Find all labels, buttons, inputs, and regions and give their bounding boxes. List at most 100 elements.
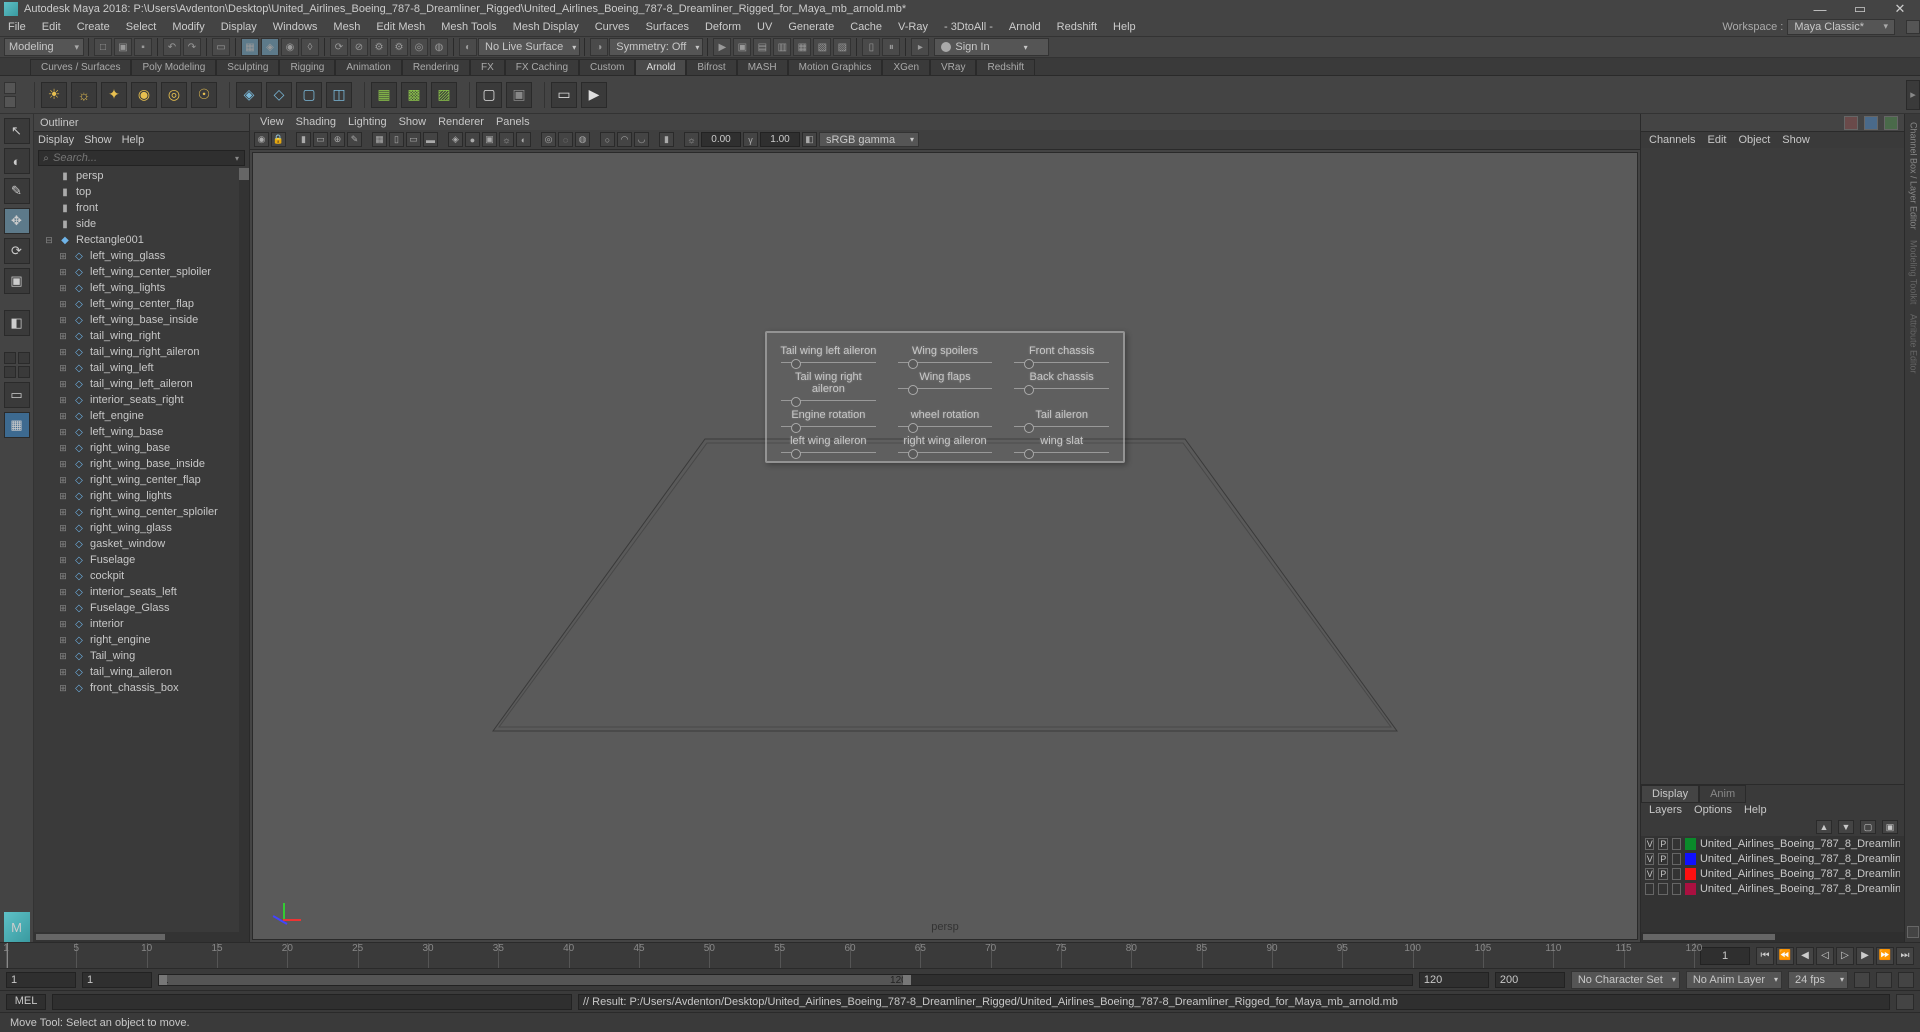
channel-box-strip-label[interactable]: Channel Box / Layer Editor [1907, 118, 1919, 234]
vp-film-gate-icon[interactable]: ▯ [389, 132, 404, 147]
outliner-item-left-wing-center-sploiler[interactable]: ⊞left_wing_center_sploiler [34, 264, 239, 280]
vp-motion-blur-icon[interactable]: ◠ [617, 132, 632, 147]
vp-gate-mask-icon[interactable]: ▬ [423, 132, 438, 147]
vp-image-plane-icon[interactable]: ▭ [313, 132, 328, 147]
shelf-options-icon[interactable] [4, 82, 16, 108]
outliner-item-left-wing-glass[interactable]: ⊞left_wing_glass [34, 248, 239, 264]
layer-row-2[interactable]: VPUnited_Airlines_Boeing_787_8_Dreamline… [1641, 866, 1904, 881]
layer-row-1[interactable]: VPUnited_Airlines_Boeing_787_8_Dreamline… [1641, 851, 1904, 866]
vp-menu-show[interactable]: Show [399, 116, 427, 128]
outliner-item-right-wing-base[interactable]: ⊞right_wing_base [34, 440, 239, 456]
outliner-item-side[interactable]: side [34, 216, 239, 232]
panel-layout-icon[interactable]: ▯ [862, 38, 880, 56]
snap-grid-icon[interactable]: ▦ [241, 38, 259, 56]
new-scene-icon[interactable]: □ [94, 38, 112, 56]
layer-row-0[interactable]: VPUnited_Airlines_Boeing_787_8_Dreamline… [1641, 836, 1904, 851]
hud-tail-wing-left-aileron[interactable]: Tail wing left aileron [777, 345, 880, 367]
outliner-item-fuselage[interactable]: ⊞Fuselage [34, 552, 239, 568]
hud-left-wing-aileron[interactable]: left wing aileron [777, 435, 880, 457]
shelf-tab-rigging[interactable]: Rigging [279, 59, 335, 75]
vp-grid-icon[interactable]: ▦ [372, 132, 387, 147]
standin-icon[interactable]: ▢ [296, 82, 322, 108]
time-ruler[interactable]: 1510152025303540455055606570758085909510… [6, 943, 1694, 968]
shelf-tab-xgen[interactable]: XGen [882, 59, 930, 75]
live-surface-dropdown[interactable]: No Live Surface [478, 38, 580, 56]
layer-new-selected-icon[interactable]: ▣ [1882, 820, 1898, 834]
render-setup-icon[interactable]: ▧ [813, 38, 831, 56]
tool-settings-tab-icon[interactable] [1884, 116, 1898, 130]
menu-file[interactable]: File [0, 19, 34, 35]
script-language-toggle[interactable]: MEL [6, 994, 46, 1010]
snap-point-icon[interactable]: ◉ [281, 38, 299, 56]
curve-collector3-icon[interactable]: ▨ [431, 82, 457, 108]
channel-menu-show[interactable]: Show [1782, 134, 1810, 146]
outliner-item-front[interactable]: front [34, 200, 239, 216]
vp-shadows-icon[interactable]: ◐ [516, 132, 531, 147]
render-settings-icon[interactable]: ▤ [753, 38, 771, 56]
save-scene-icon[interactable]: ▪ [134, 38, 152, 56]
redo-icon[interactable]: ↷ [183, 38, 201, 56]
step-fwd-key-icon[interactable]: ⏩ [1876, 947, 1894, 965]
outliner-search-input[interactable] [53, 152, 230, 164]
vp-resolution-gate-icon[interactable]: ▭ [406, 132, 421, 147]
outliner-item-fuselage-glass[interactable]: ⊞Fuselage_Glass [34, 600, 239, 616]
hud-front-chassis[interactable]: Front chassis [1010, 345, 1113, 367]
history-icon[interactable]: ⟳ [330, 38, 348, 56]
shelf-tab-arnold[interactable]: Arnold [635, 59, 686, 75]
shelf-tab-bifrost[interactable]: Bifrost [686, 59, 736, 75]
range-start-input[interactable] [82, 972, 152, 988]
curve-collector2-icon[interactable]: ▩ [401, 82, 427, 108]
layer-row-3[interactable]: United_Airlines_Boeing_787_8_Dreamliner_… [1641, 881, 1904, 896]
shelf-tab-curves-surfaces[interactable]: Curves / Surfaces [30, 59, 131, 75]
shelf-tab-sculpting[interactable]: Sculpting [216, 59, 279, 75]
vp-menu-view[interactable]: View [260, 116, 284, 128]
shelf-tab-custom[interactable]: Custom [579, 59, 635, 75]
hud-tail-aileron[interactable]: Tail aileron [1010, 409, 1113, 431]
vp-isolate-icon[interactable]: ◎ [541, 132, 556, 147]
construction2-icon[interactable]: ⚙ [390, 38, 408, 56]
menu-help[interactable]: Help [1105, 19, 1144, 35]
paint-select-tool[interactable]: ✎ [4, 178, 30, 204]
menu-set-dropdown[interactable]: Modeling [4, 38, 84, 56]
vp-viewtransform-icon[interactable]: ◧ [802, 132, 817, 147]
sidebar-toggle-icon[interactable] [1906, 20, 1920, 34]
light-editor-icon[interactable]: ▨ [833, 38, 851, 56]
render-view-icon[interactable]: ▥ [773, 38, 791, 56]
outliner-item-front-chassis-box[interactable]: ⊞front_chassis_box [34, 680, 239, 696]
play-back-icon[interactable]: ◁ [1816, 947, 1834, 965]
open-scene-icon[interactable]: ▣ [114, 38, 132, 56]
outliner-item-right-wing-base-inside[interactable]: ⊞right_wing_base_inside [34, 456, 239, 472]
outliner-item-right-wing-center-sploiler[interactable]: ⊞right_wing_center_sploiler [34, 504, 239, 520]
menu-create[interactable]: Create [69, 19, 118, 35]
search-dropdown-icon[interactable]: ▾ [230, 154, 244, 163]
vp-xray-joints-icon[interactable]: ◍ [575, 132, 590, 147]
outliner-item-left-wing-base[interactable]: ⊞left_wing_base [34, 424, 239, 440]
layout-buttons[interactable] [4, 352, 30, 378]
toggle-toolbox-icon[interactable]: ⏸ [882, 38, 900, 56]
shelf-tab-animation[interactable]: Animation [335, 59, 401, 75]
vp-gamma-icon[interactable]: γ [743, 132, 758, 147]
outliner-item-right-wing-glass[interactable]: ⊞right_wing_glass [34, 520, 239, 536]
hud-tail-wing-right-aileron[interactable]: Tail wing right aileron [777, 371, 880, 405]
channel-tab-icon[interactable] [1844, 116, 1858, 130]
outliner-item-left-engine[interactable]: ⊞left_engine [34, 408, 239, 424]
menu-edit-mesh[interactable]: Edit Mesh [368, 19, 433, 35]
attribute-editor-strip-label[interactable]: Attribute Editor [1907, 310, 1919, 378]
shelf-tab-fx[interactable]: FX [470, 59, 505, 75]
menu--3dtoall-[interactable]: - 3DtoAll - [936, 19, 1001, 35]
move-tool[interactable]: ✥ [4, 208, 30, 234]
channel-menu-channels[interactable]: Channels [1649, 134, 1695, 146]
construction-icon[interactable]: ⚙ [370, 38, 388, 56]
command-input[interactable] [52, 994, 572, 1010]
outliner-item-tail-wing-left[interactable]: ⊞tail_wing_left [34, 360, 239, 376]
sign-in-button[interactable]: Sign In ▾ [934, 38, 1048, 56]
outliner-menu-help[interactable]: Help [122, 134, 145, 146]
mesh-light-icon[interactable]: ✦ [101, 82, 127, 108]
outliner-item-right-wing-lights[interactable]: ⊞right_wing_lights [34, 488, 239, 504]
layer-menu-help[interactable]: Help [1744, 804, 1767, 816]
outliner-menu-display[interactable]: Display [38, 134, 74, 146]
outliner-search[interactable]: ⌕ ▾ [38, 150, 245, 166]
outliner-tree[interactable]: persptopfrontside⊟Rectangle001⊞left_wing… [34, 168, 249, 932]
time-slider[interactable]: 1510152025303540455055606570758085909510… [0, 942, 1920, 968]
viewport[interactable]: Tail wing left aileronWing spoilersFront… [252, 152, 1638, 940]
